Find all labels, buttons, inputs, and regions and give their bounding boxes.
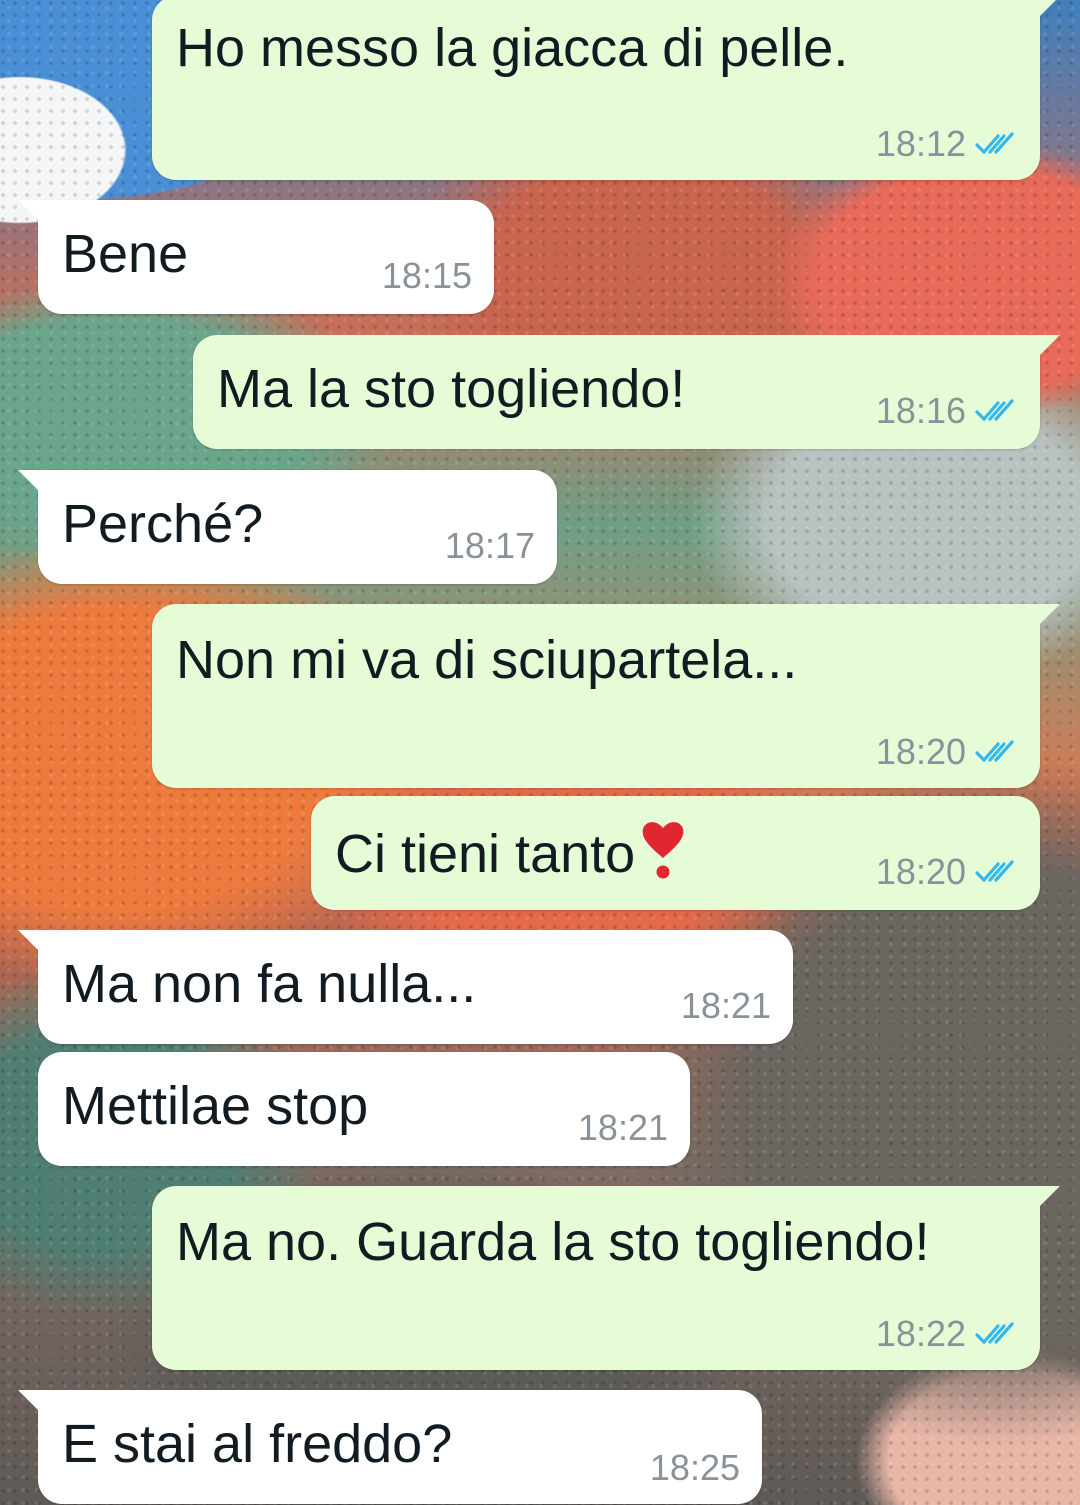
message-text: Ci tieni tanto: [335, 818, 687, 886]
message-text: Ho messo la giacca di pelle.: [176, 18, 849, 78]
message-bubble-incoming[interactable]: Bene 18:15: [18, 200, 494, 314]
read-receipt-icon: [975, 399, 1014, 422]
message-meta: 18:22: [876, 1314, 1018, 1354]
message-meta: 18:20: [876, 732, 1018, 772]
heavy-heart-exclamation-icon: [642, 822, 684, 879]
message-time: 18:21: [680, 985, 771, 1026]
message-time: 18:15: [381, 255, 472, 296]
message-time: 18:22: [875, 1313, 966, 1354]
message-bubble-outgoing[interactable]: Ci tieni tanto 18:20: [311, 796, 1040, 910]
message-time: 18:12: [875, 123, 966, 164]
message-text: Ma no. Guarda la sto togliendo!: [176, 1212, 930, 1272]
read-receipt-icon: [975, 740, 1014, 763]
message-time: 18:16: [875, 390, 966, 431]
message-time: 18:20: [875, 851, 966, 892]
read-receipt-icon: [975, 860, 1014, 883]
message-text: Bene: [62, 224, 189, 284]
message-time: 18:25: [649, 1447, 740, 1488]
message-text: Ma non fa nulla...: [62, 954, 477, 1014]
message-bubble-outgoing[interactable]: Non mi va di sciupartela... 18:20: [152, 604, 1060, 788]
message-bubble-incoming[interactable]: Perché? 18:17: [18, 470, 557, 584]
message-meta: 18:12: [876, 124, 1018, 164]
read-receipt-icon: [975, 1322, 1014, 1345]
read-receipt-icon: [975, 132, 1014, 155]
message-meta: 18:20: [876, 852, 1018, 892]
message-text: Non mi va di sciupartela...: [176, 630, 798, 690]
message-meta: 18:21: [681, 986, 771, 1026]
message-bubble-outgoing[interactable]: Ho messo la giacca di pelle. 18:12: [152, 0, 1060, 180]
message-bubble-incoming[interactable]: E stai al freddo? 18:25: [18, 1390, 762, 1504]
message-text-content: Ci tieni tanto: [335, 824, 636, 884]
message-time: 18:17: [444, 525, 535, 566]
message-bubble-outgoing[interactable]: Ma no. Guarda la sto togliendo! 18:22: [152, 1186, 1060, 1370]
message-text: Ma la sto togliendo!: [217, 359, 686, 419]
message-meta: 18:16: [876, 391, 1018, 431]
message-bubble-incoming[interactable]: Ma non fa nulla... 18:21: [18, 930, 793, 1044]
message-bubble-incoming[interactable]: Mettilae stop 18:21: [38, 1052, 690, 1166]
message-text: Mettilae stop: [62, 1076, 369, 1136]
message-time: 18:20: [875, 731, 966, 772]
message-meta: 18:15: [382, 256, 472, 296]
message-time: 18:21: [577, 1107, 668, 1148]
message-meta: 18:25: [650, 1448, 740, 1488]
message-meta: 18:21: [578, 1108, 668, 1148]
message-text: Perché?: [62, 494, 264, 554]
message-text: E stai al freddo?: [62, 1414, 453, 1474]
message-bubble-outgoing[interactable]: Ma la sto togliendo! 18:16: [193, 335, 1060, 449]
message-meta: 18:17: [445, 526, 535, 566]
